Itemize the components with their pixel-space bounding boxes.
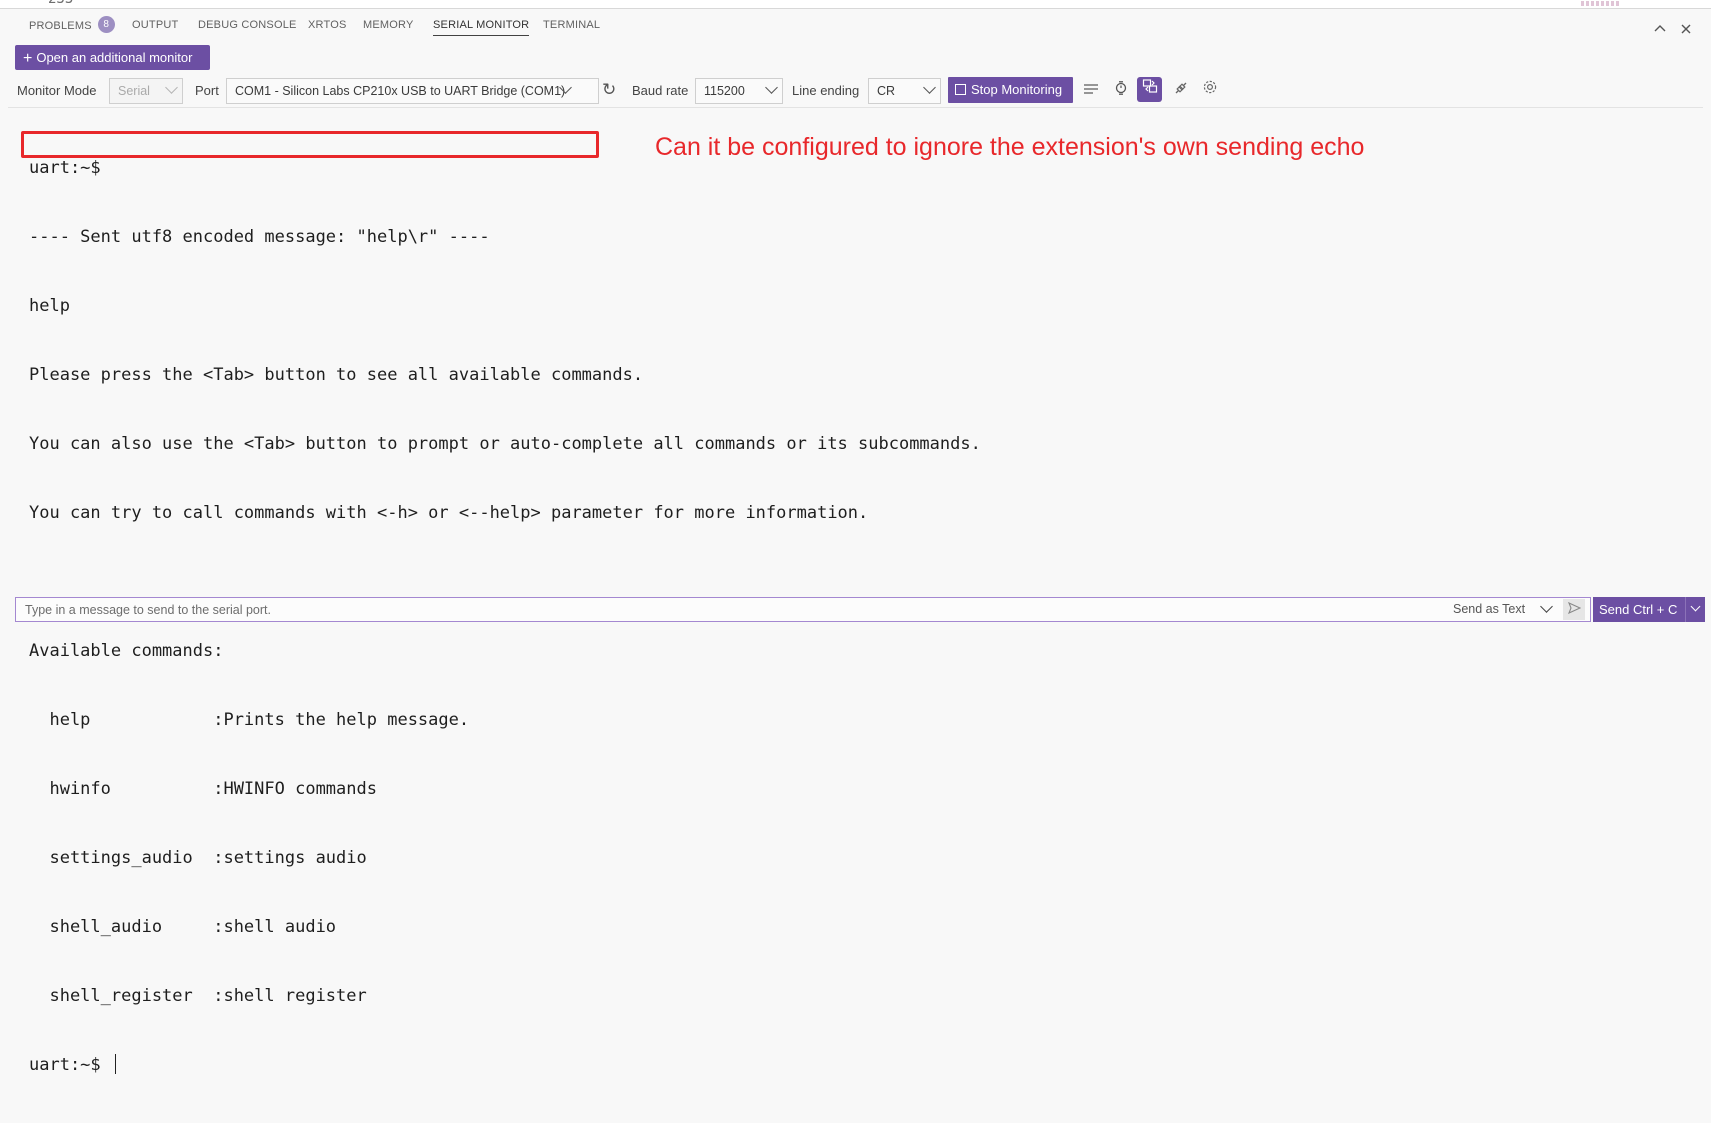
annotation-highlight-box bbox=[21, 131, 599, 158]
line-ending-value: CR bbox=[877, 84, 896, 98]
terminal-line: Please press the <Tab> button to see all… bbox=[29, 365, 644, 385]
send-as-select[interactable]: Send as Text bbox=[1453, 602, 1525, 616]
port-label: Port bbox=[195, 83, 219, 98]
terminal-line: shell_audio :shell audio bbox=[29, 917, 337, 937]
stop-icon bbox=[955, 84, 966, 95]
chevron-down-icon[interactable] bbox=[1685, 597, 1705, 622]
monitor-mode-label: Monitor Mode bbox=[17, 83, 97, 98]
stop-monitoring-button[interactable]: Stop Monitoring bbox=[948, 77, 1073, 103]
monitor-toolbar: Monitor Mode Serial Port COM1 - Silicon … bbox=[0, 77, 1711, 105]
problems-count-badge: 8 bbox=[97, 16, 115, 33]
tab-terminal[interactable]: TERMINAL bbox=[543, 19, 600, 35]
terminal-line: settings_audio :settings audio bbox=[29, 848, 367, 868]
send-icon[interactable] bbox=[1563, 599, 1585, 620]
terminal-prompt-line: uart:~$ bbox=[29, 1054, 981, 1077]
plus-icon: + bbox=[23, 50, 33, 67]
port-select[interactable]: COM1 - Silicon Labs CP210x USB to UART B… bbox=[226, 78, 599, 104]
terminal-prompt: uart:~$ bbox=[29, 1055, 111, 1075]
settings-icon[interactable] bbox=[1199, 79, 1221, 101]
baud-rate-select[interactable]: 115200 bbox=[695, 78, 783, 104]
minimap bbox=[1581, 1, 1621, 6]
clear-output-icon[interactable] bbox=[1080, 79, 1102, 101]
port-value: COM1 - Silicon Labs CP210x USB to UART B… bbox=[235, 84, 566, 98]
chevron-down-icon bbox=[923, 81, 936, 94]
refresh-icon[interactable]: ↻ bbox=[602, 80, 616, 100]
tab-label: PROBLEMS bbox=[29, 19, 92, 32]
editor-strip: 233 bbox=[0, 0, 1711, 9]
terminal-line: help bbox=[29, 296, 70, 316]
chevron-up-icon[interactable] bbox=[1653, 23, 1667, 37]
serial-monitor-terminal[interactable]: uart:~$ ---- Sent utf8 encoded message: … bbox=[8, 107, 1703, 1075]
tab-serial-monitor[interactable]: SERIAL MONITOR bbox=[433, 19, 530, 36]
tab-xrtos[interactable]: XRTOS bbox=[308, 19, 347, 35]
timestamp-icon[interactable] bbox=[1110, 79, 1132, 101]
terminal-line: You can also use the <Tab> button to pro… bbox=[29, 434, 981, 454]
editor-line-number: 233 bbox=[48, 0, 73, 7]
message-input[interactable] bbox=[16, 598, 1436, 621]
terminal-line: hwinfo :HWINFO commands bbox=[29, 779, 377, 799]
tab-problems[interactable]: PROBLEMS 8 bbox=[29, 16, 115, 37]
close-icon[interactable] bbox=[1679, 23, 1693, 37]
baud-rate-value: 115200 bbox=[704, 84, 745, 98]
baud-rate-label: Baud rate bbox=[632, 83, 689, 98]
chevron-down-icon bbox=[765, 81, 778, 94]
annotation-text: Can it be configured to ignore the exten… bbox=[655, 133, 1365, 161]
disconnect-icon[interactable] bbox=[1170, 79, 1192, 101]
terminal-line: Available commands: bbox=[29, 641, 224, 661]
terminal-line: shell_register :shell register bbox=[29, 986, 367, 1006]
text-cursor bbox=[114, 1054, 116, 1074]
panel-tab-bar: PROBLEMS 8 OUTPUT DEBUG CONSOLE XRTOS MEM… bbox=[0, 10, 1711, 43]
line-ending-label: Line ending bbox=[792, 83, 860, 98]
terminal-line: You can try to call commands with <-h> o… bbox=[29, 503, 869, 523]
chevron-down-icon bbox=[165, 81, 178, 94]
terminal-line: ---- Sent utf8 encoded message: "help\r"… bbox=[29, 227, 490, 247]
open-monitor-label: Open an additional monitor bbox=[36, 50, 193, 65]
tab-memory[interactable]: MEMORY bbox=[363, 19, 414, 35]
monitor-mode-select[interactable]: Serial bbox=[109, 78, 183, 104]
toggle-terminal-mode-icon[interactable] bbox=[1137, 77, 1162, 102]
line-ending-select[interactable]: CR bbox=[868, 78, 941, 104]
monitor-mode-value: Serial bbox=[118, 84, 150, 98]
chevron-down-icon[interactable] bbox=[1540, 600, 1553, 613]
message-input-bar: Send as Text bbox=[15, 597, 1591, 622]
tab-output[interactable]: OUTPUT bbox=[132, 19, 178, 35]
send-ctrl-c-label: Send Ctrl + C bbox=[1599, 602, 1678, 617]
open-additional-monitor-button[interactable]: + Open an additional monitor bbox=[15, 45, 210, 70]
stop-monitoring-label: Stop Monitoring bbox=[971, 82, 1063, 97]
send-ctrl-c-button[interactable]: Send Ctrl + C bbox=[1593, 597, 1705, 622]
terminal-line: help :Prints the help message. bbox=[29, 710, 470, 730]
tab-debug-console[interactable]: DEBUG CONSOLE bbox=[198, 19, 297, 35]
